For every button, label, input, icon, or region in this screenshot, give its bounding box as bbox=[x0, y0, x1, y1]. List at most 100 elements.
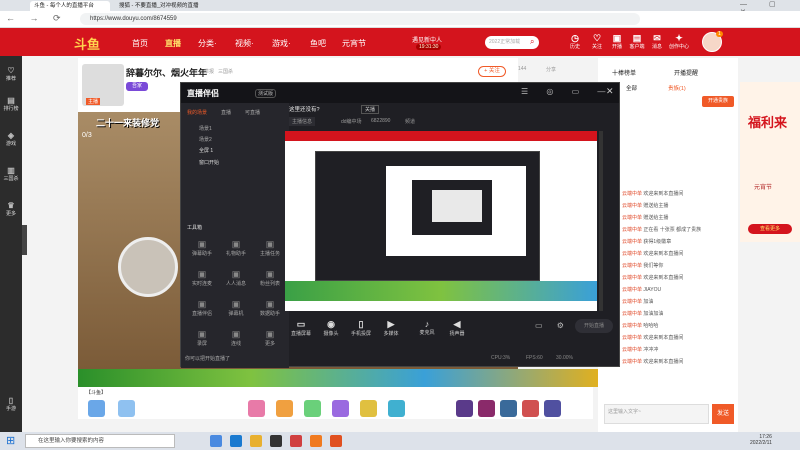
start-live-button[interactable]: 开始直播 bbox=[575, 319, 613, 333]
menu-can-live[interactable]: 可直播 bbox=[245, 109, 260, 116]
chat-username[interactable]: 云端中单 bbox=[622, 299, 642, 305]
gift-item[interactable] bbox=[522, 400, 539, 417]
chat-username[interactable]: 云端中单 bbox=[622, 311, 642, 317]
end-live-button[interactable]: 关播 bbox=[361, 105, 380, 114]
share-link[interactable]: 分享 bbox=[546, 66, 556, 73]
gift-item[interactable] bbox=[456, 400, 473, 417]
tab-rank[interactable]: 十棒榜单 bbox=[612, 68, 636, 77]
screen-capture-button[interactable]: ▭ 直播屏幕 bbox=[285, 319, 317, 337]
chat-username[interactable]: 云端中单 bbox=[622, 191, 642, 197]
taskbar-search[interactable]: 在这里输入你要搜索的内容 bbox=[25, 434, 175, 448]
chat-username[interactable]: 云端中单 bbox=[622, 335, 642, 341]
tool-button[interactable]: ▣ 人人消息 bbox=[221, 269, 251, 287]
scene-item[interactable]: 场景1 bbox=[199, 125, 212, 132]
phone-cast-button[interactable]: ▯ 手机投屏 bbox=[345, 319, 377, 337]
chat-username[interactable]: 云端中单 bbox=[622, 323, 642, 329]
chat-username[interactable]: 云端中单 bbox=[622, 263, 642, 269]
gift-item[interactable] bbox=[360, 400, 377, 417]
preview-canvas[interactable] bbox=[285, 131, 597, 311]
chat-username[interactable]: 云端中单 bbox=[622, 287, 642, 293]
sidebar-item-recommend[interactable]: ♡ 推荐 bbox=[0, 66, 22, 82]
nav-item[interactable]: 分类· bbox=[198, 38, 217, 49]
history-icon[interactable]: ◷ 历史 bbox=[565, 33, 585, 50]
scene-item[interactable]: 全屏 1 bbox=[199, 147, 213, 154]
taskview-icon[interactable] bbox=[210, 435, 222, 447]
tool-button[interactable]: ▣ 礼物助手 bbox=[221, 239, 251, 257]
open-noble-button[interactable]: 开通贵族 bbox=[702, 96, 734, 107]
folder-icon[interactable] bbox=[250, 435, 262, 447]
live-icon[interactable]: ▣ 开播 bbox=[607, 33, 627, 50]
menu-live[interactable]: 直播 bbox=[221, 109, 231, 116]
douyu-icon[interactable] bbox=[310, 435, 322, 447]
search-icon[interactable]: ⌕ bbox=[530, 37, 534, 47]
gift-item[interactable] bbox=[276, 400, 293, 417]
gift-item[interactable] bbox=[118, 400, 135, 417]
nav-item[interactable]: 鱼吧 bbox=[310, 38, 326, 49]
speaker-button[interactable]: ◀ 扬声器 bbox=[441, 319, 473, 337]
tool-button[interactable]: ▣ 连线 bbox=[221, 329, 251, 347]
gift-item[interactable] bbox=[500, 400, 517, 417]
url-input[interactable]: https://www.douyu.com/8674559 bbox=[80, 13, 640, 25]
sidebar-item-mobile[interactable]: ▯ 手游 bbox=[0, 396, 22, 412]
nav-item[interactable]: 首页 bbox=[132, 38, 148, 49]
gift-item[interactable] bbox=[478, 400, 495, 417]
sidebar-collapse-handle[interactable] bbox=[22, 225, 27, 255]
close-icon[interactable]: ✕ bbox=[606, 86, 614, 97]
app-icon[interactable] bbox=[290, 435, 302, 447]
side-ad[interactable]: 福利来 元宵节 查看更多 bbox=[740, 82, 800, 242]
start-icon[interactable]: ⊞ bbox=[6, 435, 15, 447]
steam-icon[interactable] bbox=[270, 435, 282, 447]
tool-button[interactable]: ▣ 实时连麦 bbox=[187, 269, 217, 287]
report-link[interactable]: 举报 bbox=[204, 68, 214, 75]
creator-icon[interactable]: ✦ 创作中心 bbox=[669, 33, 689, 50]
tool-button[interactable]: ▣ 更多 bbox=[255, 329, 285, 347]
subtab-noble[interactable]: 贵族(1) bbox=[668, 84, 686, 92]
ad-cta-button[interactable]: 查看更多 bbox=[748, 224, 792, 234]
scene-item[interactable]: 窗口开始 bbox=[199, 159, 219, 166]
follow-icon[interactable]: ♡ 关注 bbox=[587, 33, 607, 50]
nav-item[interactable]: 视频· bbox=[235, 38, 254, 49]
camera-button[interactable]: ◉ 摄像头 bbox=[315, 319, 347, 337]
sidebar-item-more[interactable]: ♛ 更多 bbox=[0, 201, 22, 217]
companion-toolbar-icons[interactable]: ☰ ◎ ▭ — bbox=[521, 87, 613, 96]
tab-remind[interactable]: 开播提醒 bbox=[674, 68, 698, 77]
preview-scrollbar[interactable] bbox=[599, 131, 603, 311]
settings-icon[interactable]: ▭ ⚙ bbox=[535, 321, 570, 330]
nav-item[interactable]: 直播 bbox=[165, 38, 181, 49]
gift-item[interactable] bbox=[88, 400, 105, 417]
chat-username[interactable]: 云端中单 bbox=[622, 275, 642, 281]
chat-username[interactable]: 云端中单 bbox=[622, 347, 642, 353]
subtab-all[interactable]: 全部 bbox=[626, 84, 637, 92]
sidebar-item-rank[interactable]: ▤ 排行榜 bbox=[0, 96, 22, 112]
gift-item[interactable] bbox=[248, 400, 265, 417]
follow-button[interactable]: + 关注 bbox=[478, 66, 506, 77]
gift-item[interactable] bbox=[388, 400, 405, 417]
chat-username[interactable]: 云端中单 bbox=[622, 227, 642, 233]
browser-tab[interactable]: 搜狐 - 不要直播_对冲视频的直播 bbox=[115, 1, 215, 11]
tool-button[interactable]: ▣ 直播伴侣 bbox=[187, 299, 217, 317]
sidebar-item-games[interactable]: ◈ 游戏 bbox=[0, 131, 22, 147]
category-label[interactable]: 三国杀 bbox=[218, 68, 233, 75]
edge-icon[interactable] bbox=[230, 435, 242, 447]
chat-username[interactable]: 云端中单 bbox=[622, 215, 642, 221]
gift-item[interactable] bbox=[544, 400, 561, 417]
send-button[interactable]: 发送 bbox=[712, 404, 734, 424]
chat-username[interactable]: 云端中单 bbox=[622, 251, 642, 257]
gift-item[interactable] bbox=[304, 400, 321, 417]
tool-button[interactable]: ▣ 弹幕助手 bbox=[187, 239, 217, 257]
browser-tab[interactable]: 斗鱼 - 每个人的直播平台 bbox=[30, 1, 110, 11]
message-icon[interactable]: ✉ 消息 bbox=[647, 33, 667, 50]
tool-button[interactable]: ▣ 粉丝列表 bbox=[255, 269, 285, 287]
client-icon[interactable]: ▤ 客户端 bbox=[627, 33, 647, 50]
chat-input[interactable]: 这里输入文字~ bbox=[604, 404, 709, 424]
tool-button[interactable]: ▣ 主播任务 bbox=[255, 239, 285, 257]
tool-button[interactable]: ▣ 录屏 bbox=[187, 329, 217, 347]
chat-username[interactable]: 云端中单 bbox=[622, 203, 642, 209]
chat-username[interactable]: 云端中单 bbox=[622, 239, 642, 245]
scene-item[interactable]: 场景2 bbox=[199, 136, 212, 143]
nav-item[interactable]: 元宵节 bbox=[342, 38, 366, 49]
sidebar-item-sanguosha[interactable]: ▥ 三国杀 bbox=[0, 166, 22, 182]
mic-button[interactable]: ♪ 麦克风 bbox=[411, 319, 443, 336]
nav-arrows-icon[interactable]: ← → ⟳ bbox=[6, 13, 67, 24]
media-button[interactable]: ▶ 多媒体 bbox=[375, 319, 407, 337]
